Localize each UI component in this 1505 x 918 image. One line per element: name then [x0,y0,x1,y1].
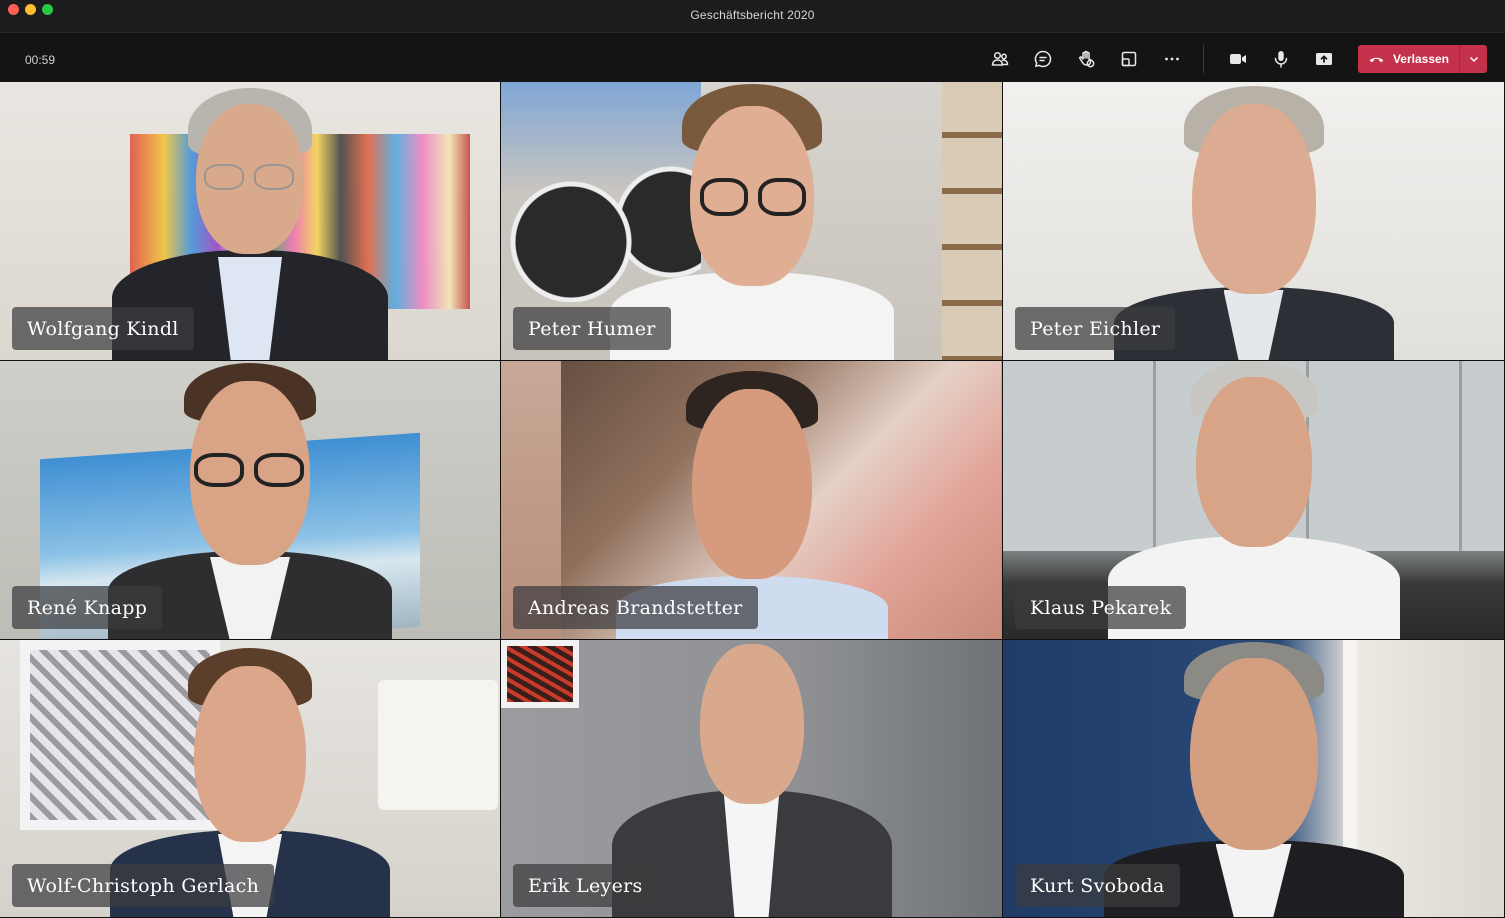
participant-tile[interactable]: Kurt Svoboda [1003,640,1505,918]
leave-button[interactable]: Verlassen [1358,45,1459,73]
rooms-icon [1121,51,1136,67]
leave-options-dropdown[interactable] [1460,45,1487,73]
participant-name: Wolfgang Kindl [12,307,194,350]
participant-tile[interactable]: Andreas Brandstetter [501,361,1003,640]
camera-button[interactable] [1216,45,1259,73]
participant-name: Wolf-Christoph Gerlach [12,864,275,907]
participant-name: Peter Eichler [1015,307,1176,350]
rooms-button[interactable] [1107,45,1150,73]
leave-label: Verlassen [1392,52,1449,66]
participant-tile[interactable]: Peter Eichler [1003,82,1505,361]
share-screen-icon [1315,53,1332,65]
participant-name: Klaus Pekarek [1015,586,1187,629]
raise-hand-button[interactable] [1064,45,1107,73]
participant-tile[interactable]: Klaus Pekarek [1003,361,1505,640]
leave-meeting-control: Verlassen [1358,45,1487,73]
toolbar-divider [1203,45,1204,73]
participants-icon [991,51,1008,66]
bookshelf [942,82,1002,360]
participant-name: Kurt Svoboda [1015,864,1180,907]
meeting-timer: 00:59 [25,53,56,67]
participants-button[interactable] [978,45,1021,73]
participant-tile[interactable]: Erik Leyers [501,640,1003,918]
framed-artwork [501,640,579,708]
chat-icon [1034,50,1051,68]
meeting-toolbar: 00:59 Verlassen [0,33,1505,82]
window-title: Geschäftsbericht 2020 [690,8,815,22]
participant-tile[interactable]: René Knapp [0,361,501,640]
chat-button[interactable] [1021,45,1064,73]
microphone-icon [1274,51,1287,68]
participant-name: Peter Humer [513,307,671,350]
participant-tile[interactable]: Wolfgang Kindl [0,82,501,361]
participant-tile[interactable]: Wolf-Christoph Gerlach [0,640,501,918]
more-options-button[interactable] [1150,45,1193,73]
meeting-controls: Verlassen [978,45,1487,73]
more-icon [1164,57,1179,61]
participant-name: René Knapp [12,586,163,629]
video-grid: Wolfgang Kindl Peter Humer Peter Eichler… [0,82,1505,918]
window-titlebar: Geschäftsbericht 2020 [0,0,1505,33]
participant-name: Andreas Brandstetter [513,586,758,629]
hang-up-icon [1369,57,1384,63]
microphone-button[interactable] [1259,45,1302,73]
participant-name: Erik Leyers [513,864,658,907]
raise-hand-icon [1078,50,1094,68]
share-screen-button[interactable] [1302,45,1345,73]
participant-tile[interactable]: Peter Humer [501,82,1003,361]
camera-icon [1229,54,1246,64]
chevron-down-icon [1469,56,1478,63]
